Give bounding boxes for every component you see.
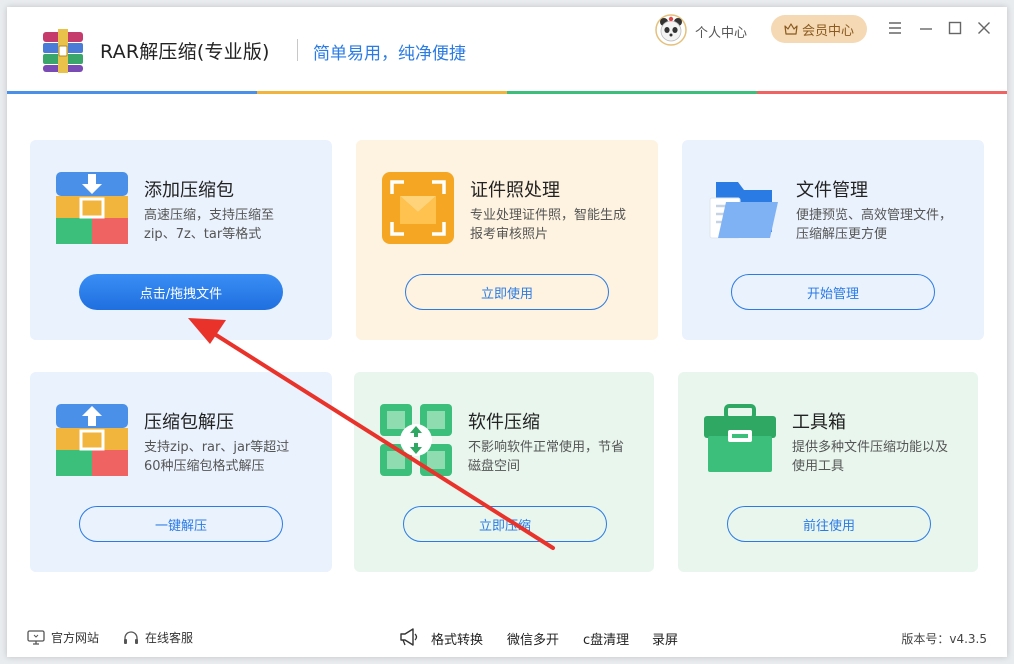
headset-icon — [124, 630, 138, 644]
crown-icon — [784, 23, 798, 35]
card-description: 不影响软件正常使用，节省磁盘空间 — [468, 440, 625, 474]
card-title: 压缩包解压 — [144, 412, 234, 433]
select-file-button[interactable]: 点击/拖拽文件 — [79, 274, 283, 310]
card-add-archive[interactable]: 添加压缩包 高速压缩，支持压缩至zip、7z、tar等格式 点击/拖拽文件 — [30, 140, 332, 340]
one-click-extract-button[interactable]: 一键解压 — [79, 506, 283, 542]
menu-icon[interactable] — [886, 19, 904, 37]
extract-box-icon — [56, 404, 128, 476]
compress-box-icon — [56, 172, 128, 244]
app-title: RAR解压缩(专业版) — [100, 41, 270, 63]
go-use-button[interactable]: 前往使用 — [727, 506, 931, 542]
online-service-link[interactable]: 在线客服 — [123, 629, 193, 646]
card-id-photo[interactable]: 证件照处理 专业处理证件照，智能生成报考审核照片 立即使用 — [356, 140, 658, 340]
compress-now-button[interactable]: 立即压缩 — [403, 506, 607, 542]
app-slogan: 简单易用，纯净便捷 — [313, 44, 466, 64]
card-title: 添加压缩包 — [144, 180, 234, 201]
maximize-icon[interactable] — [946, 19, 964, 37]
card-software-compress[interactable]: 软件压缩 不影响软件正常使用，节省磁盘空间 立即压缩 — [354, 372, 654, 572]
format-convert-link[interactable]: 格式转换 — [431, 629, 483, 648]
card-title: 证件照处理 — [470, 180, 560, 201]
status-bar: 官方网站 在线客服 格式转换 微信多开 c盘清理 录屏 版本号：v4.3.5 — [7, 619, 1007, 655]
card-description: 提供多种文件压缩功能以及使用工具 — [792, 440, 949, 474]
megaphone-icon — [400, 628, 418, 646]
card-title: 工具箱 — [792, 412, 846, 433]
card-file-management[interactable]: 文件管理 便捷预览、高效管理文件，压缩解压更方便 开始管理 — [682, 140, 984, 340]
card-title: 软件压缩 — [468, 412, 540, 433]
online-service-label: 在线客服 — [145, 631, 194, 645]
title-divider — [297, 39, 298, 61]
software-compress-icon — [380, 404, 452, 476]
version-label: 版本号：v4.3.5 — [901, 632, 987, 646]
app-window: RAR解压缩(专业版) 简单易用，纯净便捷 个人中心 会员中心 添加压缩包 高速… — [7, 7, 1007, 657]
card-description: 高速压缩，支持压缩至zip、7z、tar等格式 — [144, 208, 275, 242]
title-bar: RAR解压缩(专业版) 简单易用，纯净便捷 个人中心 会员中心 — [7, 7, 1007, 91]
minimize-icon[interactable] — [917, 19, 935, 37]
card-description: 便捷预览、高效管理文件，压缩解压更方便 — [796, 208, 953, 242]
monitor-icon — [27, 629, 45, 645]
start-manage-button[interactable]: 开始管理 — [731, 274, 935, 310]
card-title: 文件管理 — [796, 180, 868, 201]
folder-icon — [709, 182, 778, 239]
card-toolbox[interactable]: 工具箱 提供多种文件压缩功能以及使用工具 前往使用 — [678, 372, 978, 572]
user-center-link[interactable]: 个人中心 — [695, 22, 747, 41]
avatar-icon[interactable] — [655, 14, 687, 46]
toolbox-icon — [704, 404, 776, 472]
wechat-multi-link[interactable]: 微信多开 — [507, 629, 559, 648]
close-icon[interactable] — [975, 19, 993, 37]
accent-bar — [7, 91, 1007, 94]
card-extract-archive[interactable]: 压缩包解压 支持zip、rar、jar等超过60种压缩包格式解压 一键解压 — [30, 372, 332, 572]
card-description: 专业处理证件照，智能生成报考审核照片 — [470, 208, 627, 242]
rar-logo-icon — [43, 29, 83, 73]
official-website-label: 官方网站 — [51, 631, 100, 645]
id-photo-icon — [382, 172, 454, 244]
card-description: 支持zip、rar、jar等超过60种压缩包格式解压 — [144, 440, 290, 474]
official-website-link[interactable]: 官方网站 — [27, 629, 99, 646]
vip-center-button[interactable]: 会员中心 — [771, 15, 867, 43]
vip-center-label: 会员中心 — [801, 23, 854, 39]
use-now-button[interactable]: 立即使用 — [405, 274, 609, 310]
disk-clean-link[interactable]: c盘清理 — [583, 629, 629, 648]
screen-record-link[interactable]: 录屏 — [652, 629, 678, 648]
